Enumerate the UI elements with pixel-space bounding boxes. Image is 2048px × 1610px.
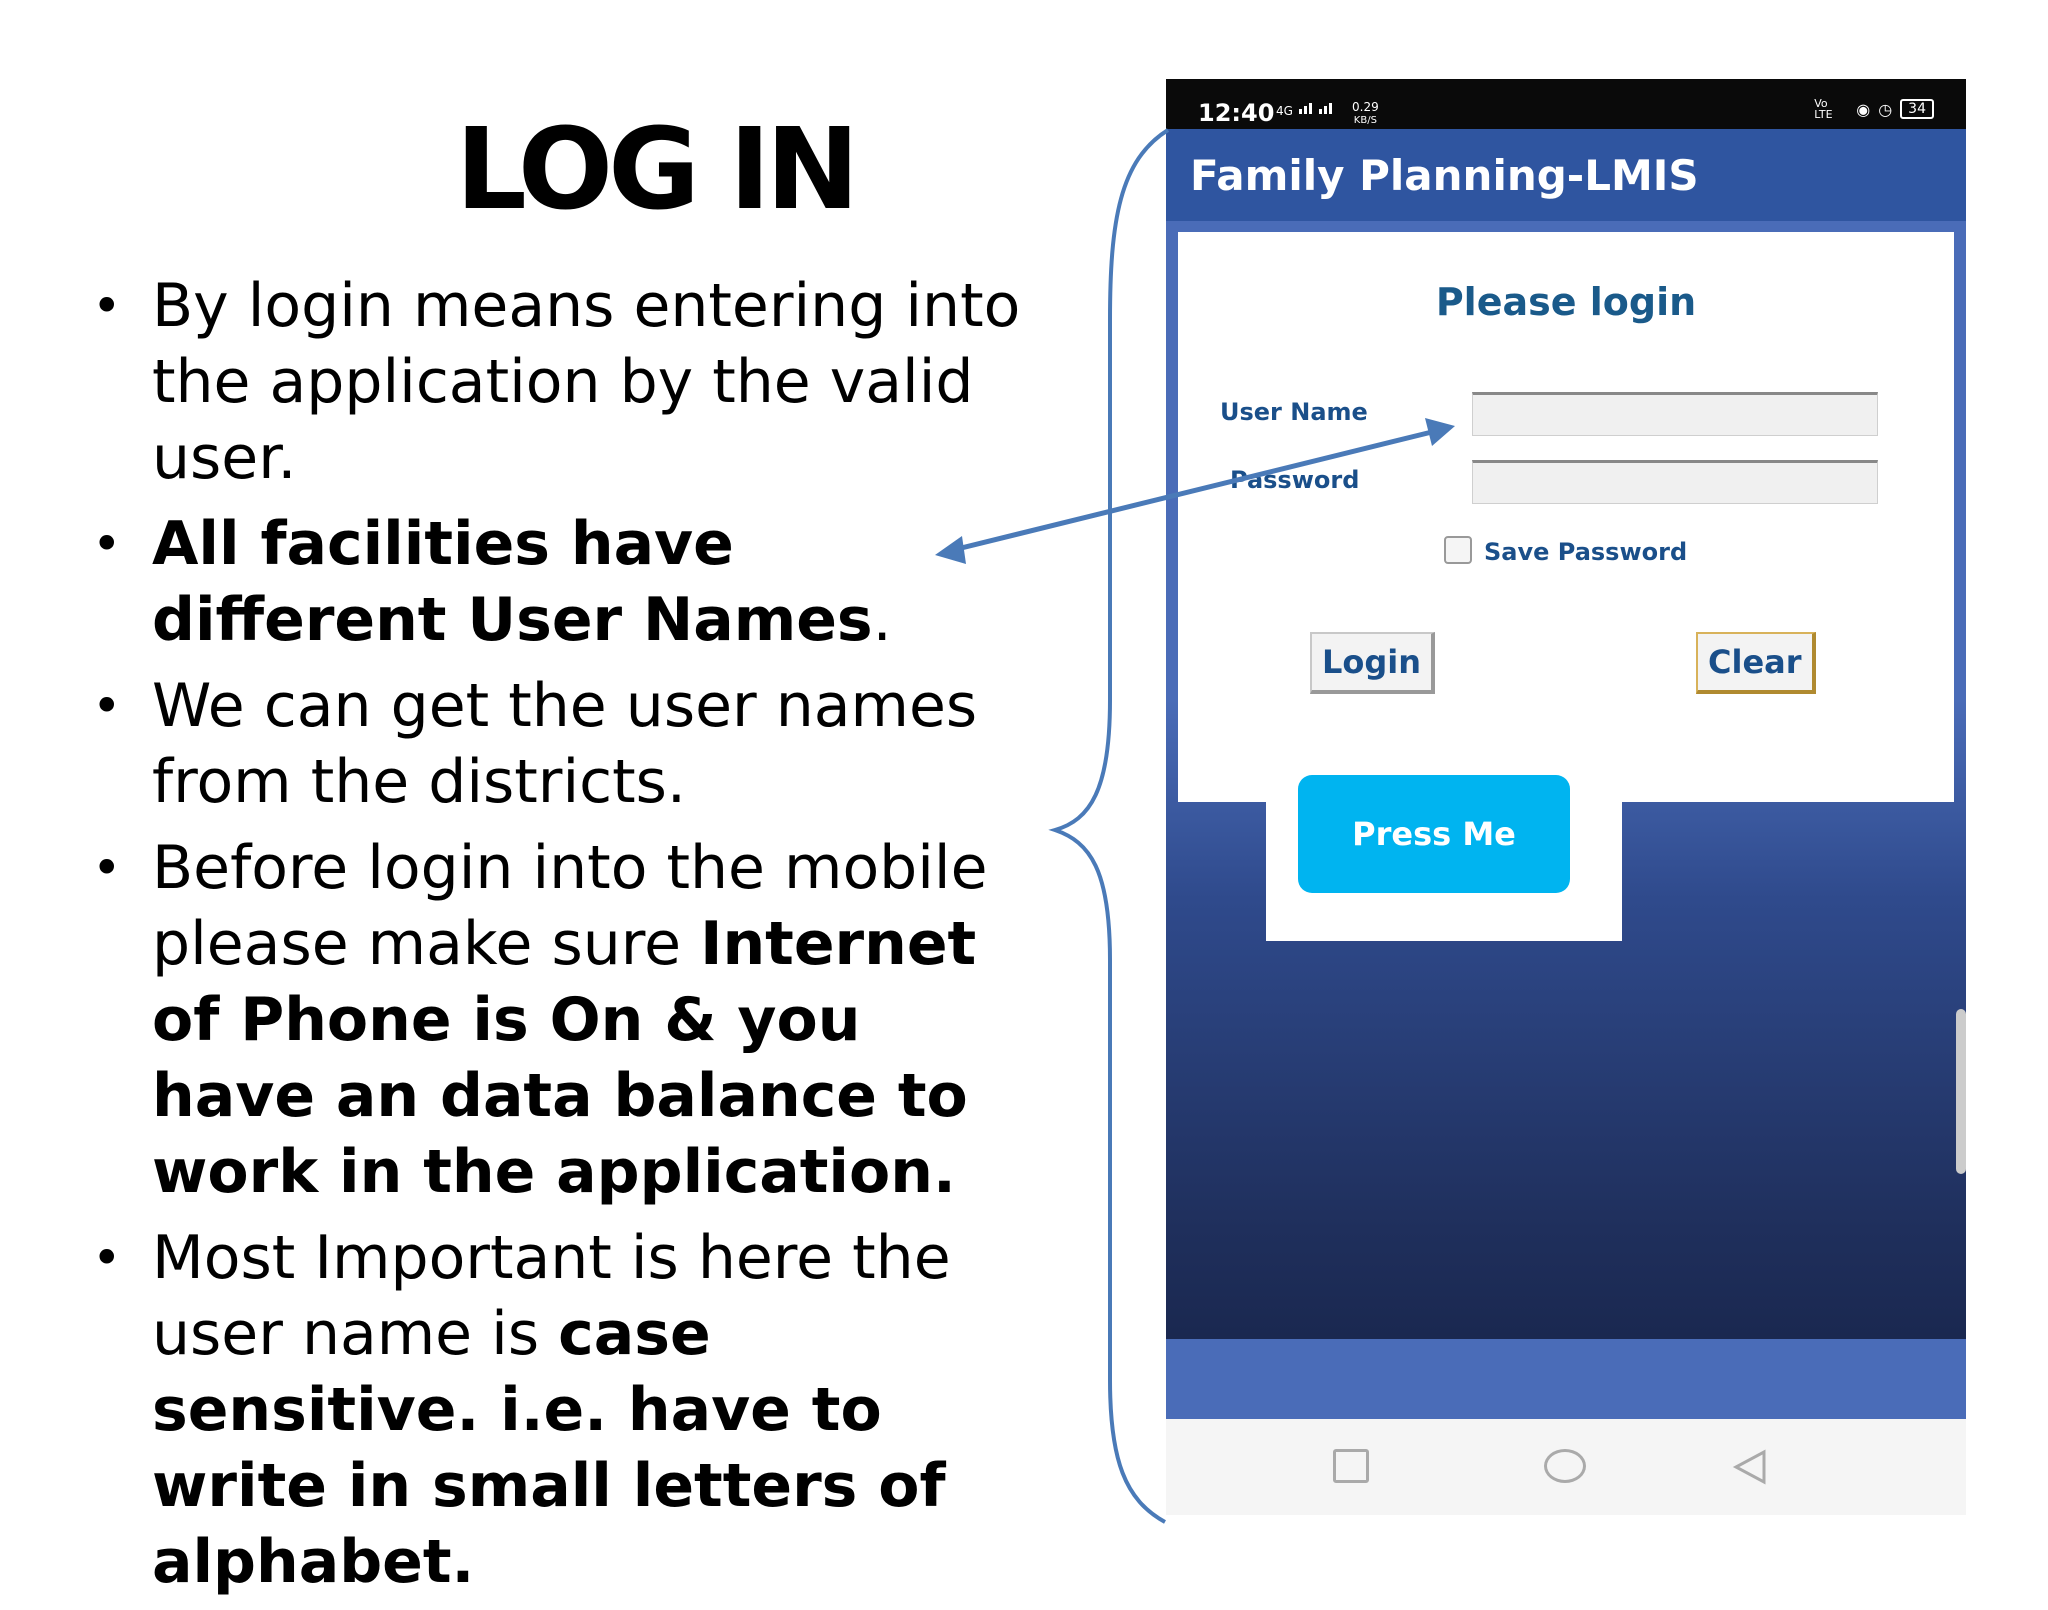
app-bar: Family Planning-LMIS [1166, 129, 1966, 221]
volte-icon: Vo LTE [1814, 97, 1833, 121]
bullet-text: . [872, 585, 892, 655]
password-input[interactable] [1472, 460, 1878, 504]
save-password-label[interactable]: Save Password [1484, 538, 1687, 566]
login-button[interactable]: Login [1310, 632, 1436, 694]
status-time: 12:40 [1198, 99, 1275, 127]
bullet-text: Most Important is here the user name is [152, 1223, 951, 1369]
scroll-handle[interactable] [1956, 1009, 1966, 1174]
press-me-panel: Press Me [1266, 719, 1622, 941]
app-title: Family Planning-LMIS [1190, 151, 1699, 200]
bullet-list: • By login means entering into the applic… [80, 268, 1030, 1610]
password-label: Password [1230, 466, 1360, 494]
bullet-dot-icon: • [92, 839, 122, 897]
bullet-item: • Most Important is here the user name is… [80, 1220, 1030, 1600]
recent-apps-icon[interactable] [1333, 1449, 1369, 1483]
bullet-item: • Before login into the mobile please mak… [80, 830, 1030, 1210]
status-right-icons: Vo LTE ◉ ◷ 34 [1814, 98, 1934, 120]
alarm-icon: ◷ [1878, 99, 1893, 119]
username-input[interactable] [1472, 392, 1878, 436]
back-icon[interactable] [1730, 1449, 1770, 1485]
lock-icon: ◉ [1856, 99, 1871, 119]
network-signal-icon: 4G [1276, 99, 1337, 118]
bottom-strip [1166, 1339, 1966, 1419]
bullet-text: We can get the user names from the distr… [152, 671, 978, 817]
signal-bars-icon [1298, 103, 1332, 114]
login-card: Please login User Name Password Save Pas… [1178, 232, 1954, 802]
bullet-item: • By login means entering into the applic… [80, 268, 1030, 496]
phone-screenshot: 12:40 4G 0.29 KB/S Vo LTE ◉ ◷ 34 Family … [1166, 79, 1966, 1515]
press-me-button[interactable]: Press Me [1298, 775, 1570, 893]
status-bar: 12:40 4G 0.29 KB/S Vo LTE ◉ ◷ 34 [1166, 79, 1966, 129]
slide-title: LOG IN [455, 105, 860, 235]
bullet-dot-icon: • [92, 677, 122, 735]
clear-button[interactable]: Clear [1696, 632, 1816, 694]
bullet-text: By login means entering into the applica… [152, 271, 1021, 493]
battery-icon: 34 [1900, 99, 1934, 119]
bullet-item: • All facilities have different User Name… [80, 506, 1030, 658]
bullet-text: All facilities have different User Names [152, 509, 873, 655]
home-icon[interactable] [1544, 1449, 1586, 1483]
network-speed: 0.29 KB/S [1352, 100, 1379, 126]
login-heading: Please login [1435, 280, 1697, 324]
bullet-dot-icon: • [92, 1229, 122, 1287]
save-password-checkbox[interactable] [1444, 536, 1472, 564]
android-nav-bar [1166, 1419, 1966, 1515]
curly-brace-icon [1048, 128, 1170, 1524]
bullet-dot-icon: • [92, 277, 122, 335]
presentation-slide: LOG IN • By login means entering into the… [0, 0, 2048, 1597]
bullet-dot-icon: • [92, 515, 122, 573]
username-label: User Name [1220, 398, 1368, 426]
bullet-item: • We can get the user names from the dist… [80, 668, 1030, 820]
